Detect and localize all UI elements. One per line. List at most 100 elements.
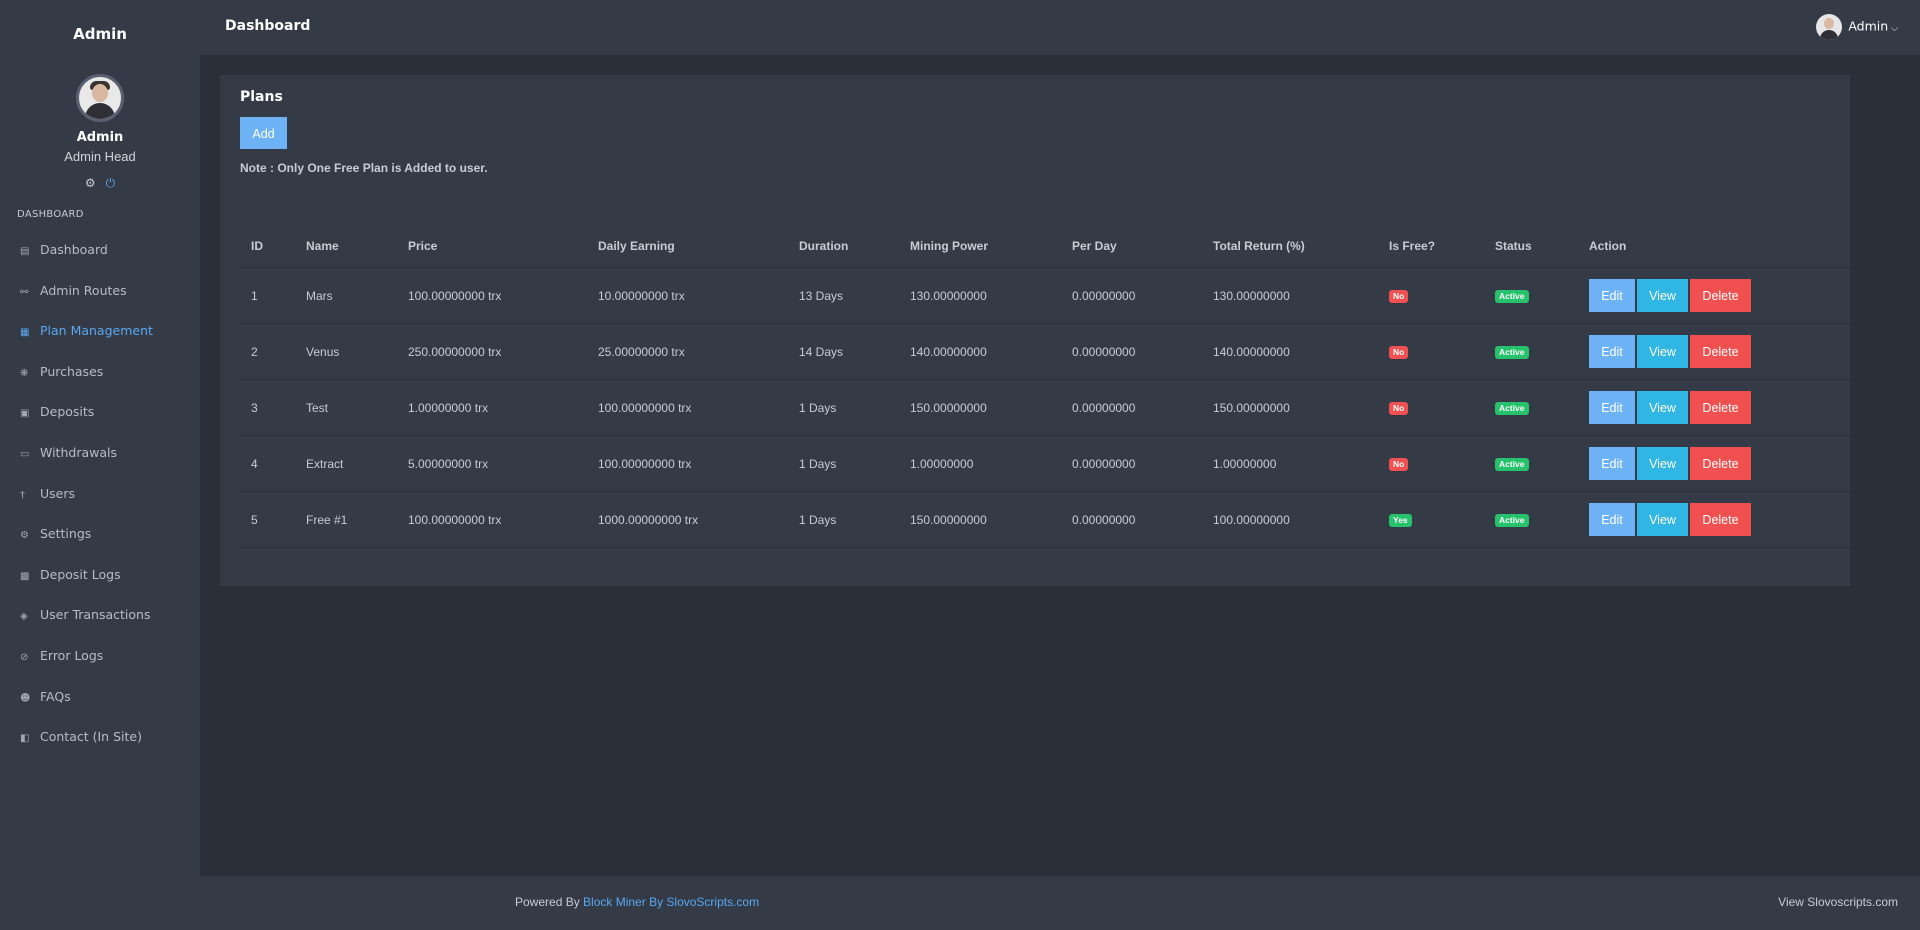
power-icon[interactable]: ⏻: [106, 176, 116, 191]
user-role: Admin Head: [64, 149, 136, 164]
free-badge: No: [1389, 346, 1409, 359]
cell-name: Test: [295, 379, 397, 436]
table-row: 2 Venus 250.00000000 trx 25.00000000 trx…: [240, 323, 1880, 380]
column-header: Action: [1578, 225, 1880, 268]
nav-heading: DASHBOARD: [17, 209, 84, 220]
sidebar-item-contact[interactable]: ◧ Contact (In Site): [0, 717, 200, 758]
add-plan-button[interactable]: Add: [240, 117, 287, 149]
sidebar-item-label: User Transactions: [40, 607, 151, 623]
cell-mining-power: 150.00000000: [899, 491, 1061, 548]
sidebar-item-plan-management[interactable]: ▦ Plan Management: [0, 311, 200, 352]
cell-daily-earning: 1000.00000000 trx: [587, 491, 788, 548]
sidebar-item-withdrawals[interactable]: ▭ Withdrawals: [0, 433, 200, 474]
avatar[interactable]: [76, 74, 124, 122]
user-menu[interactable]: Admin ⌵: [1816, 14, 1898, 40]
cell-duration: 14 Days: [788, 323, 899, 380]
sidebar-item-settings[interactable]: ⚙ Settings: [0, 514, 200, 555]
powered-by-link[interactable]: Block Miner By SlovoScripts.com: [583, 895, 759, 909]
delete-button[interactable]: Delete: [1690, 503, 1751, 536]
cell-per-day: 0.00000000: [1061, 379, 1202, 436]
sidebar-item-user-transactions[interactable]: ◈ User Transactions: [0, 595, 200, 636]
table-row: 5 Free #1 100.00000000 trx 1000.00000000…: [240, 491, 1880, 548]
cell-mining-power: 150.00000000: [899, 379, 1061, 436]
status-badge: Active: [1495, 402, 1529, 415]
sidebar-item-label: Purchases: [40, 363, 104, 379]
column-header: Is Free?: [1378, 225, 1484, 268]
powered-by-prefix: Powered By: [515, 895, 580, 909]
edit-button[interactable]: Edit: [1589, 391, 1635, 424]
edit-button[interactable]: Edit: [1589, 503, 1635, 536]
cell-name: Free #1: [295, 491, 397, 548]
column-header: Per Day: [1061, 225, 1202, 268]
cell-per-day: 0.00000000: [1061, 435, 1202, 492]
top-bar: Dashboard Admin ⌵: [200, 0, 1920, 55]
sidebar-item-dashboard[interactable]: ▤ Dashboard: [0, 230, 200, 271]
sidebar-item-label: Plan Management: [40, 323, 153, 339]
user-name: Admin: [76, 130, 124, 145]
cell-mining-power: 140.00000000: [899, 323, 1061, 380]
powered-by: Powered By Block Miner By SlovoScripts.c…: [515, 895, 759, 909]
sidebar-item-faqs[interactable]: ☻ FAQs: [0, 677, 200, 718]
column-header: Name: [295, 225, 397, 268]
edit-button[interactable]: Edit: [1589, 447, 1635, 480]
cell-name: Extract: [295, 435, 397, 492]
status-badge: Active: [1495, 458, 1529, 471]
calendar-icon: ▦: [20, 327, 30, 339]
sidebar-item-admin-routes[interactable]: ⚯ Admin Routes: [0, 271, 200, 312]
table-row: 4 Extract 5.00000000 trx 100.00000000 tr…: [240, 435, 1880, 492]
delete-button[interactable]: Delete: [1690, 391, 1751, 424]
contact-icon: ◧: [20, 733, 30, 745]
column-header: Daily Earning: [587, 225, 788, 268]
column-header: Price: [397, 225, 587, 268]
sidebar-item-label: Dashboard: [40, 242, 108, 257]
sidebar-item-label: Deposit Logs: [40, 566, 121, 582]
view-button[interactable]: View: [1637, 447, 1688, 480]
cell-id: 3: [240, 379, 295, 436]
plans-table: ID Name Price Daily Earning Duration Min…: [240, 225, 1880, 548]
sidebar-item-users[interactable]: † Users: [0, 474, 200, 515]
status-badge: Active: [1495, 346, 1529, 359]
link-icon: ⚯: [20, 286, 29, 298]
column-header: ID: [240, 225, 295, 268]
free-plan-note: Note : Only One Free Plan is Added to us…: [240, 161, 488, 175]
sidebar-item-error-logs[interactable]: ⊘ Error Logs: [0, 636, 200, 677]
cell-id: 5: [240, 491, 295, 548]
cell-id: 2: [240, 323, 295, 380]
view-button[interactable]: View: [1637, 335, 1688, 368]
status-badge: Active: [1495, 290, 1529, 303]
cell-per-day: 0.00000000: [1061, 491, 1202, 548]
view-button[interactable]: View: [1637, 503, 1688, 536]
sidebar-item-label: Settings: [40, 526, 92, 542]
free-badge: No: [1389, 402, 1409, 415]
user-question-icon: ☻: [20, 692, 31, 704]
gear-icon: ⚙: [20, 530, 29, 542]
delete-button[interactable]: Delete: [1690, 279, 1751, 312]
delete-button[interactable]: Delete: [1690, 335, 1751, 368]
sidebar-item-label: Users: [40, 485, 76, 501]
table-row: 1 Mars 100.00000000 trx 10.00000000 trx …: [240, 267, 1880, 324]
view-button[interactable]: View: [1637, 279, 1688, 312]
cell-mining-power: 130.00000000: [899, 267, 1061, 324]
sidebar-item-deposits[interactable]: ▣ Deposits: [0, 392, 200, 433]
block-icon: ⊘: [20, 651, 29, 663]
plans-title: Plans: [240, 89, 283, 105]
sidebar-item-purchases[interactable]: ❋ Purchases: [0, 352, 200, 393]
sidebar-item-deposit-logs[interactable]: ▩ Deposit Logs: [0, 555, 200, 596]
edit-button[interactable]: Edit: [1589, 279, 1635, 312]
cell-total-return: 140.00000000: [1202, 323, 1378, 380]
view-site-link[interactable]: View Slovoscripts.com: [1778, 895, 1898, 909]
edit-button[interactable]: Edit: [1589, 335, 1635, 368]
cell-total-return: 150.00000000: [1202, 379, 1378, 436]
view-button[interactable]: View: [1637, 391, 1688, 424]
dashboard-icon: ▤: [20, 246, 30, 257]
cell-daily-earning: 100.00000000 trx: [587, 435, 788, 492]
wallet-icon: ▣: [20, 408, 30, 420]
cell-daily-earning: 10.00000000 trx: [587, 267, 788, 324]
status-badge: Active: [1495, 514, 1529, 527]
column-header: Status: [1484, 225, 1578, 268]
delete-button[interactable]: Delete: [1690, 447, 1751, 480]
column-header: Duration: [788, 225, 899, 268]
column-header: Total Return (%): [1202, 225, 1378, 268]
user-actions: ⚙ ⏻: [0, 176, 200, 191]
gear-icon[interactable]: ⚙: [85, 176, 96, 190]
